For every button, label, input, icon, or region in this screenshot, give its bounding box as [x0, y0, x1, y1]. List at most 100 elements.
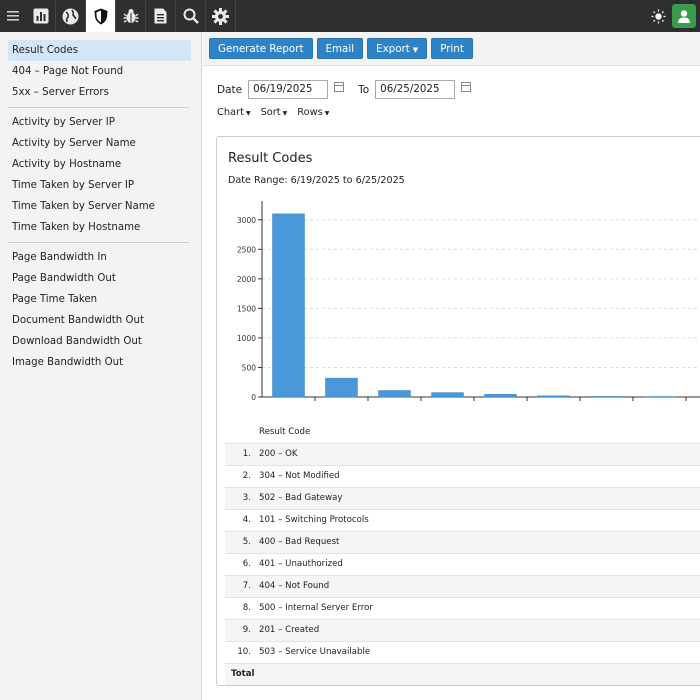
- calendar-icon[interactable]: [334, 81, 345, 92]
- x-tick-label: 1: [286, 402, 291, 403]
- sidebar-item-time-taken-by-hostname[interactable]: Time Taken by Hostname: [8, 217, 191, 238]
- row-rank: 7.: [225, 574, 259, 597]
- bar-1: [272, 213, 305, 398]
- menu-icon[interactable]: [0, 0, 26, 32]
- sidebar-item-document-bandwidth-out[interactable]: Document Bandwidth Out: [8, 310, 191, 331]
- bar-3: [378, 390, 411, 398]
- row-result-code: 502 – Bad Gateway: [259, 486, 700, 509]
- x-tick-label: 2: [339, 402, 344, 403]
- sidebar-item-activity-by-hostname[interactable]: Activity by Hostname: [8, 154, 191, 175]
- calendar-icon[interactable]: [461, 81, 472, 92]
- row-result-code: 401 – Unauthorized: [259, 552, 700, 575]
- top-navigation-bar: [0, 0, 700, 32]
- chevron-down-icon: ▼: [245, 110, 251, 117]
- row-result-code: 101 – Switching Protocols: [259, 508, 700, 531]
- bar-2: [325, 377, 358, 398]
- email-button[interactable]: Email: [316, 38, 364, 59]
- chevron-down-icon: ▼: [282, 110, 288, 117]
- sidebar-divider: [8, 242, 189, 243]
- row-result-code: 500 – Internal Server Error: [259, 596, 700, 619]
- date-range-row: Date 06/19/2025 To 06/25/2025: [217, 80, 485, 99]
- bar-7: [590, 396, 623, 398]
- table-row[interactable]: 1. 200 – OK: [225, 442, 700, 465]
- table-row[interactable]: 7. 404 – Not Found: [225, 574, 700, 597]
- to-label: To: [358, 83, 370, 96]
- generate-report-button[interactable]: Generate Report: [209, 38, 313, 59]
- y-tick-label: 0: [251, 393, 256, 402]
- table-row[interactable]: 3. 502 – Bad Gateway: [225, 486, 700, 509]
- shield-icon[interactable]: [86, 0, 116, 32]
- sun-icon[interactable]: [644, 0, 672, 32]
- total-label: Total: [225, 662, 700, 685]
- report-main: Generate Report Email Export ▼ Print Date…: [203, 32, 700, 700]
- report-toolbar: Generate Report Email Export ▼ Print: [203, 32, 700, 66]
- rows-dropdown[interactable]: Rows ▼: [297, 107, 329, 118]
- table-header-result-code: Result Code: [259, 426, 311, 437]
- table-row[interactable]: 4. 101 – Switching Protocols: [225, 508, 700, 531]
- row-result-code: 400 – Bad Request: [259, 530, 700, 553]
- report-sidebar: Result Codes 404 – Page Not Found 5xx – …: [0, 32, 202, 700]
- table-header-row: Result Code: [225, 421, 700, 443]
- row-rank: 3.: [225, 486, 259, 509]
- row-rank: 10.: [225, 640, 259, 663]
- table-row[interactable]: 8. 500 – Internal Server Error: [225, 596, 700, 619]
- row-rank: 9.: [225, 618, 259, 641]
- start-date-input[interactable]: 06/19/2025: [248, 80, 329, 99]
- table-row[interactable]: 10. 503 – Service Unavailable: [225, 640, 700, 663]
- y-tick-label: 3000: [237, 216, 256, 225]
- sidebar-item-page-time-taken[interactable]: Page Time Taken: [8, 289, 191, 310]
- chart-icon[interactable]: [26, 0, 56, 32]
- print-button[interactable]: Print: [431, 38, 473, 59]
- report-options-row: Chart ▼ Sort ▼ Rows ▼: [217, 107, 329, 118]
- export-button-label: Export: [376, 43, 410, 55]
- end-date-input[interactable]: 06/25/2025: [375, 80, 456, 99]
- export-button[interactable]: Export ▼: [367, 38, 428, 59]
- sort-dropdown[interactable]: Sort ▼: [261, 107, 288, 118]
- report-date-range: Date Range: 6/19/2025 to 6/25/2025: [228, 175, 405, 186]
- sidebar-item-page-bandwidth-out[interactable]: Page Bandwidth Out: [8, 268, 191, 289]
- row-rank: 4.: [225, 508, 259, 531]
- row-rank: 6.: [225, 552, 259, 575]
- table-row[interactable]: 2. 304 – Not Modified: [225, 464, 700, 487]
- bar-6: [537, 395, 570, 398]
- globe-icon[interactable]: [56, 0, 86, 32]
- row-rank: 8.: [225, 596, 259, 619]
- x-tick-label: 4: [445, 402, 450, 403]
- search-icon[interactable]: [176, 0, 206, 32]
- chart-dropdown[interactable]: Chart ▼: [217, 107, 251, 118]
- table-header-rank: [225, 421, 259, 443]
- table-row[interactable]: 5. 400 – Bad Request: [225, 530, 700, 553]
- sidebar-item-page-bandwidth-in[interactable]: Page Bandwidth In: [8, 247, 191, 268]
- table-row[interactable]: 6. 401 – Unauthorized: [225, 552, 700, 575]
- row-rank: 1.: [225, 442, 259, 465]
- bar-4: [431, 392, 464, 398]
- report-title: Result Codes: [228, 151, 313, 166]
- row-rank: 2.: [225, 464, 259, 487]
- gear-icon[interactable]: [206, 0, 236, 32]
- sidebar-item-time-taken-by-server-name[interactable]: Time Taken by Server Name: [8, 196, 191, 217]
- x-tick-label: 6: [551, 402, 556, 403]
- sidebar-item-time-taken-by-server-ip[interactable]: Time Taken by Server IP: [8, 175, 191, 196]
- sidebar-item-image-bandwidth-out[interactable]: Image Bandwidth Out: [8, 352, 191, 373]
- y-tick-label: 2500: [237, 245, 256, 254]
- user-icon[interactable]: [672, 4, 696, 28]
- sidebar-item-5xx-server-errors[interactable]: 5xx – Server Errors: [8, 82, 191, 103]
- x-tick-label: 7: [604, 402, 609, 403]
- table-row[interactable]: 9. 201 – Created: [225, 618, 700, 641]
- x-tick-label: 8: [657, 402, 662, 403]
- row-result-code: 503 – Service Unavailable: [259, 640, 700, 663]
- chart-dropdown-label: Chart: [217, 107, 244, 118]
- y-tick-label: 500: [242, 363, 257, 372]
- row-result-code: 200 – OK: [259, 442, 700, 465]
- sidebar-item-download-bandwidth-out[interactable]: Download Bandwidth Out: [8, 331, 191, 352]
- sidebar-item-activity-by-server-name[interactable]: Activity by Server Name: [8, 133, 191, 154]
- report-panel: Result Codes Date Range: 6/19/2025 to 6/…: [216, 136, 700, 686]
- document-icon[interactable]: [146, 0, 176, 32]
- result-codes-table: Result Code 1. 200 – OK 2. 304 – Not Modif…: [225, 421, 700, 685]
- sidebar-item-result-codes[interactable]: Result Codes: [8, 40, 191, 61]
- row-result-code: 201 – Created: [259, 618, 700, 641]
- bug-icon[interactable]: [116, 0, 146, 32]
- sidebar-item-404-page-not-found[interactable]: 404 – Page Not Found: [8, 61, 191, 82]
- sidebar-item-activity-by-server-ip[interactable]: Activity by Server IP: [8, 112, 191, 133]
- table-total-row: Total: [225, 662, 700, 685]
